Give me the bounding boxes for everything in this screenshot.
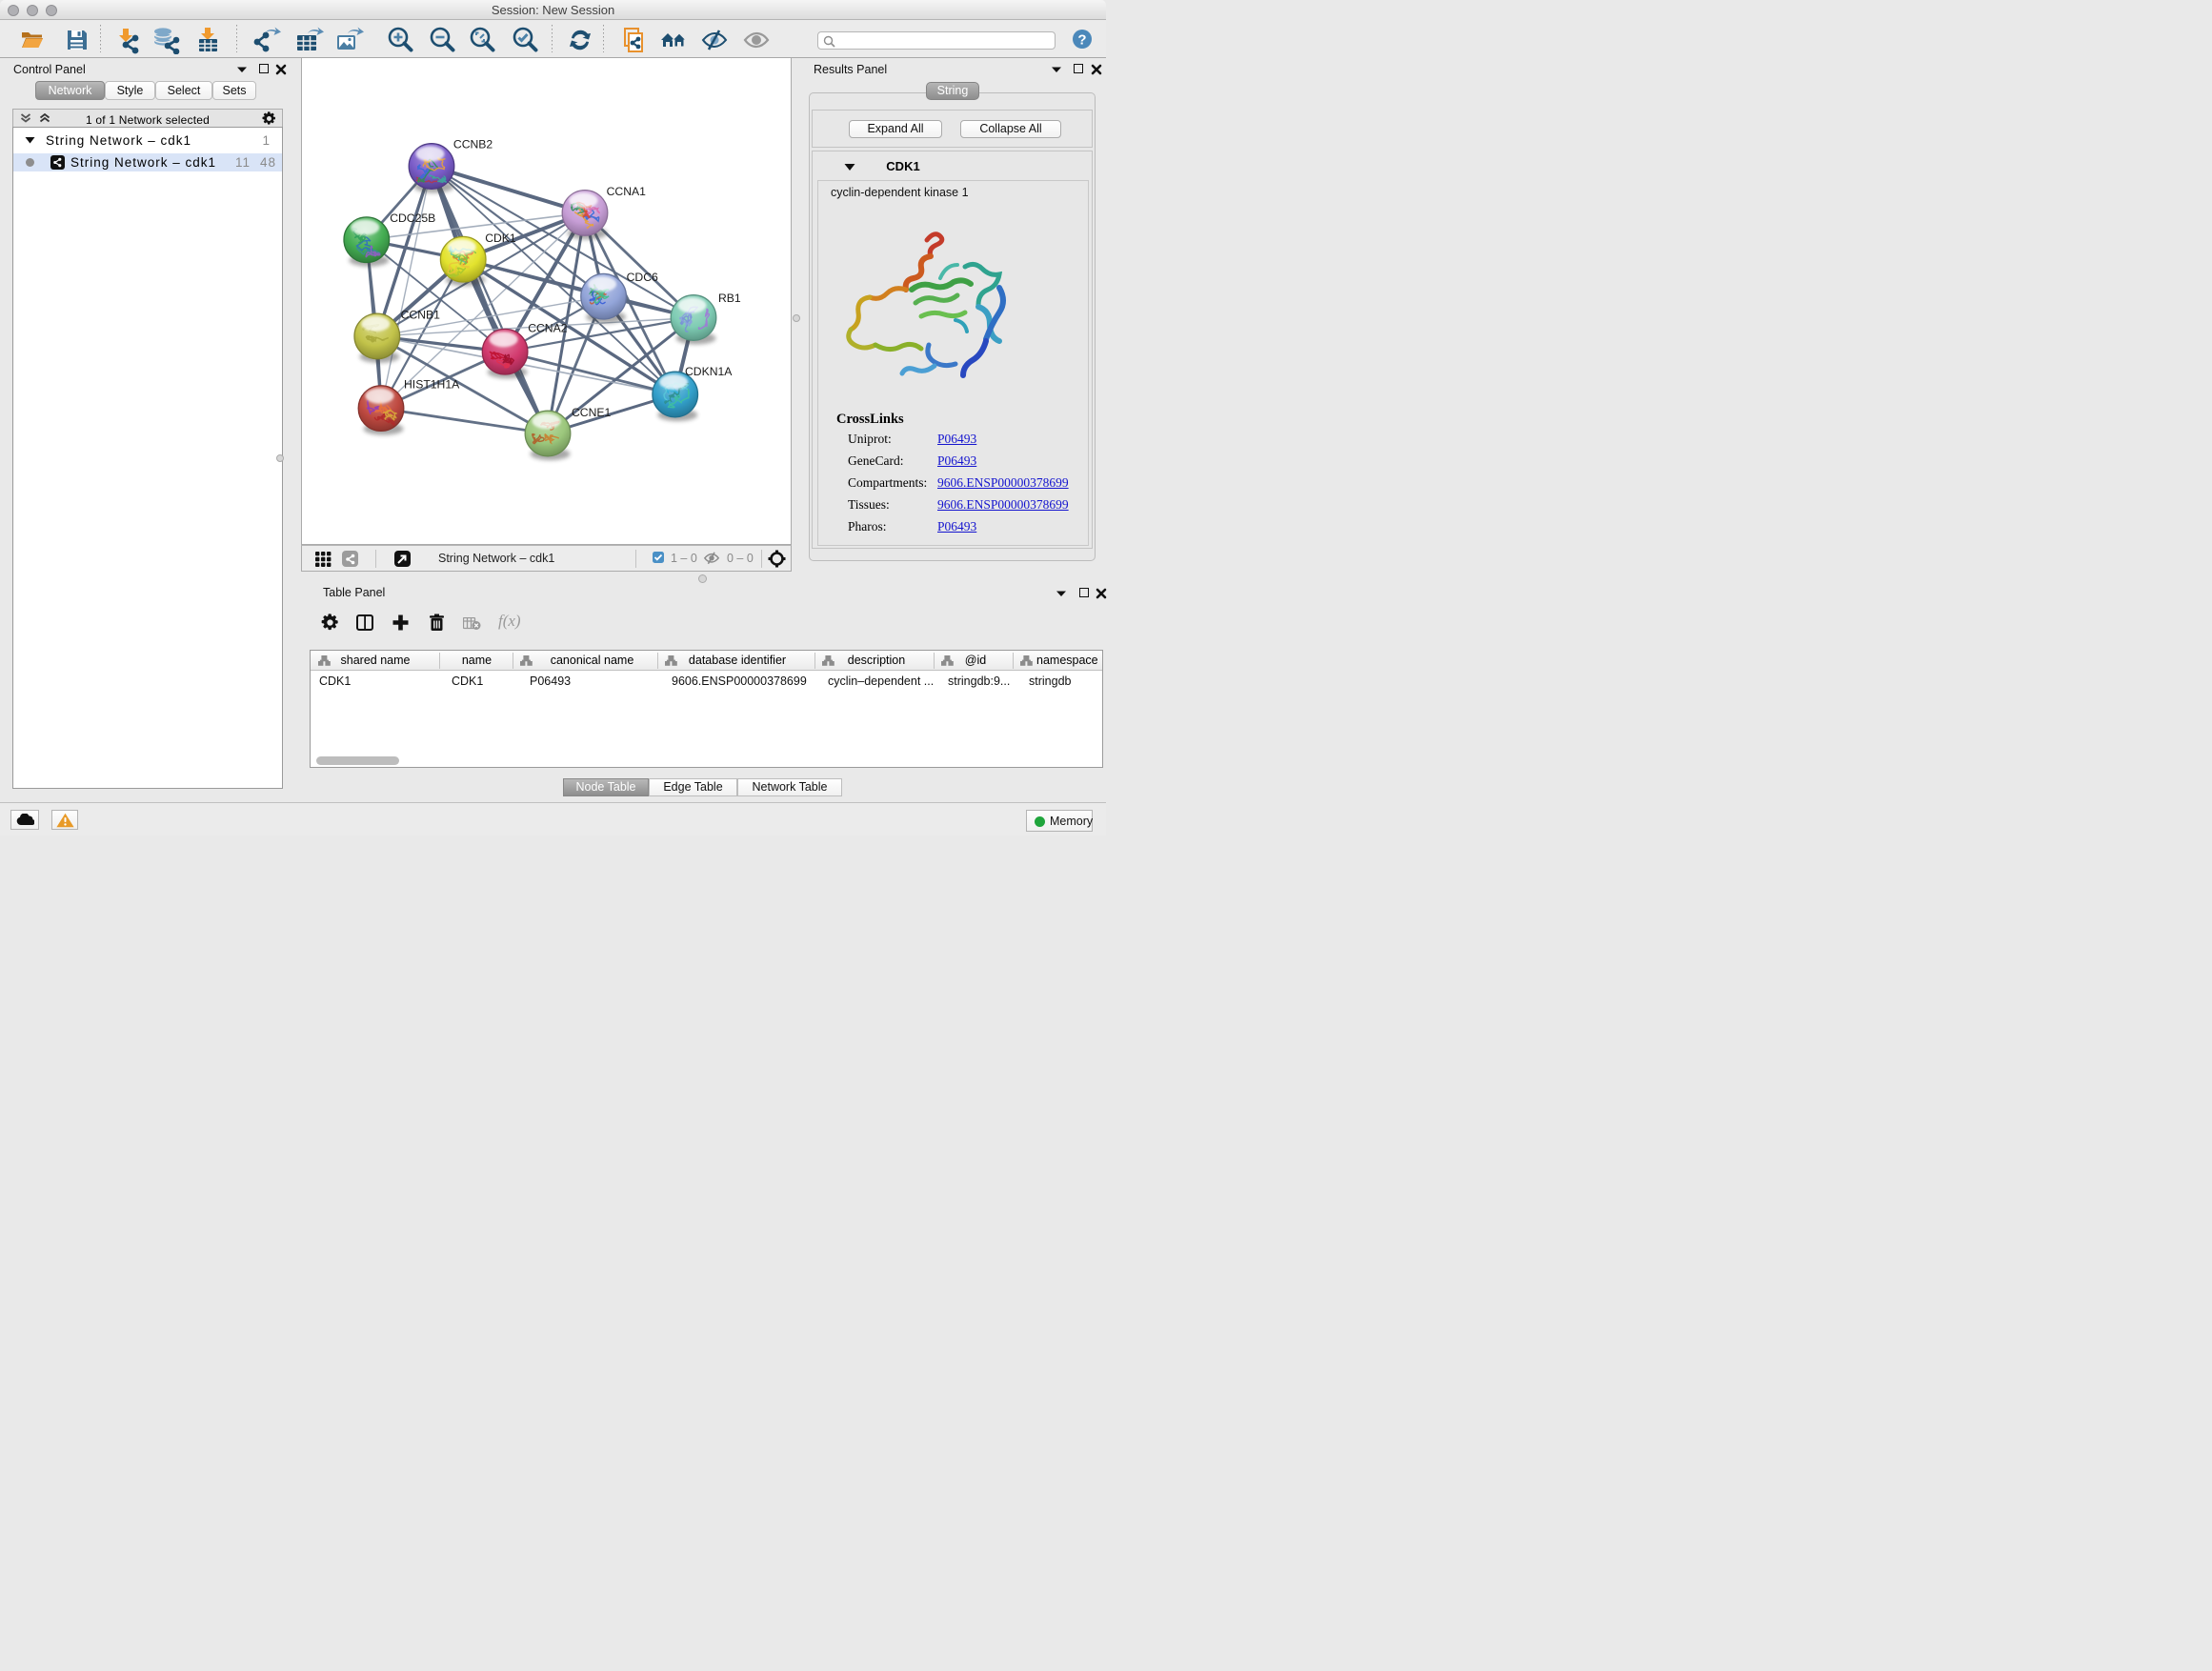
svg-text:CCNA1: CCNA1	[607, 185, 647, 198]
svg-text:CDK1: CDK1	[485, 232, 516, 245]
svg-text:CDKN1A: CDKN1A	[685, 365, 733, 378]
svg-text:RB1: RB1	[718, 292, 741, 305]
svg-text:CCNE1: CCNE1	[572, 406, 612, 419]
svg-text:?: ?	[1077, 32, 1086, 49]
svg-text:CCNB1: CCNB1	[401, 309, 441, 322]
svg-text:HIST1H1A: HIST1H1A	[404, 378, 460, 392]
svg-text:CDC25B: CDC25B	[390, 211, 435, 225]
svg-text:CCNA2: CCNA2	[528, 321, 568, 334]
svg-text:CDC6: CDC6	[627, 271, 658, 284]
svg-text:CCNB2: CCNB2	[453, 138, 493, 151]
